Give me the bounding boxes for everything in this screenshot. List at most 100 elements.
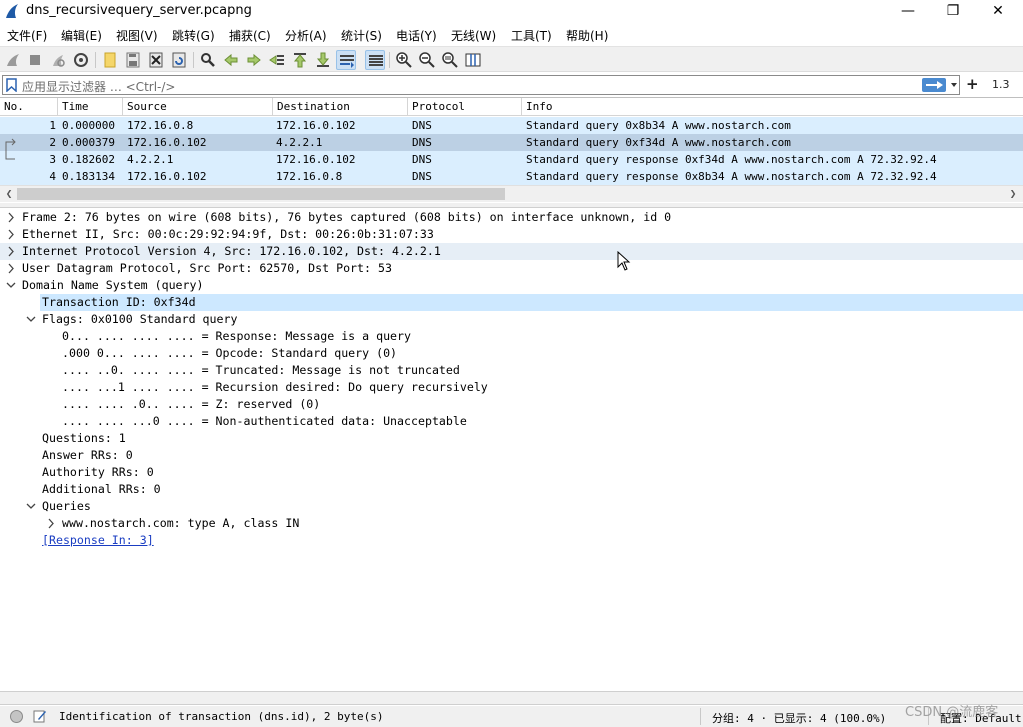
first-packet-icon[interactable]	[290, 50, 310, 70]
save-file-icon[interactable]	[123, 50, 143, 70]
normal-size-icon[interactable]	[440, 50, 460, 70]
menu-telephony[interactable]: 电话(Y)	[396, 27, 437, 44]
menu-help[interactable]: 帮助(H)	[566, 27, 608, 44]
capture-options-icon[interactable]	[71, 50, 91, 70]
tree-row-queries[interactable]: Queries	[0, 498, 1023, 515]
mouse-cursor-icon	[617, 251, 631, 271]
close-file-icon[interactable]	[146, 50, 166, 70]
menu-analyze[interactable]: 分析(A)	[285, 27, 327, 44]
chevron-right-icon[interactable]	[5, 226, 17, 243]
tree-row-transaction-id[interactable]: Transaction ID: 0xf34d	[40, 294, 1023, 311]
scroll-right-icon[interactable]: ❯	[1006, 187, 1020, 201]
packet-source: 4.2.2.1	[127, 153, 174, 166]
tree-row-flag-truncated[interactable]: .... ..0. .... .... = Truncated: Message…	[0, 362, 1023, 379]
tree-row-flag-response[interactable]: 0... .... .... .... = Response: Message …	[0, 328, 1023, 345]
menu-tools[interactable]: 工具(T)	[511, 27, 552, 44]
chevron-down-icon[interactable]	[25, 498, 37, 515]
menu-capture[interactable]: 捕获(C)	[229, 27, 271, 44]
zoom-out-icon[interactable]	[417, 50, 437, 70]
resize-columns-icon[interactable]	[463, 50, 483, 70]
tree-row-text: 0... .... .... .... = Response: Message …	[62, 329, 412, 343]
tree-row-answer-rrs[interactable]: Answer RRs: 0	[0, 447, 1023, 464]
restart-capture-icon[interactable]	[48, 50, 68, 70]
menu-statistics[interactable]: 统计(S)	[341, 27, 382, 44]
go-to-packet-icon[interactable]	[267, 50, 287, 70]
tree-row-flag-z[interactable]: .... .... .0.. .... = Z: reserved (0)	[0, 396, 1023, 413]
menu-wireless[interactable]: 无线(W)	[451, 27, 496, 44]
capture-comment-icon[interactable]	[33, 709, 47, 723]
chevron-right-icon[interactable]	[5, 209, 17, 226]
column-header-info[interactable]: Info	[522, 98, 1023, 116]
tree-row-text: .000 0... .... .... = Opcode: Standard q…	[62, 346, 398, 360]
column-header-no[interactable]: No.	[0, 98, 58, 116]
expert-info-icon[interactable]	[10, 710, 23, 723]
packet-row-selected[interactable]: 2 0.000379 172.16.0.102 4.2.2.1 DNS Stan…	[0, 134, 1023, 151]
reload-file-icon[interactable]	[169, 50, 189, 70]
add-filter-button[interactable]: +	[966, 75, 979, 93]
window-title: dns_recursivequery_server.pcapng	[26, 3, 252, 18]
tree-row-authority-rrs[interactable]: Authority RRs: 0	[0, 464, 1023, 481]
packet-row[interactable]: 1 0.000000 172.16.0.8 172.16.0.102 DNS S…	[0, 117, 1023, 134]
tree-row-dns[interactable]: Domain Name System (query)	[0, 277, 1023, 294]
column-header-source[interactable]: Source	[123, 98, 273, 116]
menu-edit[interactable]: 编辑(E)	[61, 27, 102, 44]
chevron-down-icon[interactable]	[25, 311, 37, 328]
packet-source: 172.16.0.102	[127, 136, 207, 149]
menu-view[interactable]: 视图(V)	[116, 27, 158, 44]
chevron-down-icon[interactable]	[949, 78, 959, 92]
packet-info: Standard query 0xf34d A www.nostarch.com	[526, 136, 791, 149]
column-header-protocol[interactable]: Protocol	[408, 98, 522, 116]
stop-capture-icon[interactable]	[25, 50, 45, 70]
menu-file[interactable]: 文件(F)	[7, 27, 47, 44]
chevron-right-icon[interactable]	[45, 515, 57, 532]
tree-row-ethernet[interactable]: Ethernet II, Src: 00:0c:29:92:94:9f, Dst…	[0, 226, 1023, 243]
display-filter-input[interactable]: 应用显示过滤器 … <Ctrl-/>	[2, 75, 960, 95]
tree-row-flags[interactable]: Flags: 0x0100 Standard query	[0, 311, 1023, 328]
apply-filter-arrow-icon[interactable]	[922, 78, 946, 92]
status-bar: Identification of transaction (dns.id), …	[0, 706, 1023, 727]
autoscroll-icon[interactable]	[336, 50, 356, 70]
tree-row-frame[interactable]: Frame 2: 76 bytes on wire (608 bits), 76…	[0, 209, 1023, 226]
bytes-pane-splitter[interactable]	[0, 691, 1023, 705]
tree-row-udp[interactable]: User Datagram Protocol, Src Port: 62570,…	[0, 260, 1023, 277]
minimize-button[interactable]: —	[885, 0, 931, 24]
bookmark-icon[interactable]	[6, 78, 17, 92]
tree-row-flag-opcode[interactable]: .000 0... .... .... = Opcode: Standard q…	[0, 345, 1023, 362]
tree-row-text: Domain Name System (query)	[22, 278, 204, 292]
chevron-right-icon[interactable]	[5, 260, 17, 277]
response-in-link[interactable]: [Response In: 3]	[42, 532, 154, 549]
open-file-icon[interactable]	[100, 50, 120, 70]
maximize-button[interactable]: ❐	[930, 0, 976, 24]
tree-row-flag-recursion[interactable]: .... ...1 .... .... = Recursion desired:…	[0, 379, 1023, 396]
zoom-in-icon[interactable]	[394, 50, 414, 70]
column-header-time[interactable]: Time	[58, 98, 123, 116]
menu-go[interactable]: 跳转(G)	[172, 27, 215, 44]
start-capture-icon[interactable]	[3, 50, 23, 70]
packet-info: Standard query response 0x8b34 A www.nos…	[526, 170, 937, 183]
go-back-icon[interactable]	[221, 50, 241, 70]
packet-list-hscrollbar[interactable]: ❮ ❯	[0, 185, 1023, 202]
chevron-down-icon[interactable]	[5, 277, 17, 294]
packet-protocol: DNS	[412, 170, 432, 183]
close-button[interactable]: ✕	[975, 0, 1021, 24]
title-bar: dns_recursivequery_server.pcapng — ❐ ✕	[0, 0, 1023, 24]
packet-row[interactable]: 4 0.183134 172.16.0.102 172.16.0.8 DNS S…	[0, 168, 1023, 185]
find-packet-icon[interactable]	[198, 50, 218, 70]
scroll-thumb[interactable]	[17, 188, 505, 200]
last-packet-icon[interactable]	[313, 50, 333, 70]
column-header-destination[interactable]: Destination	[273, 98, 408, 116]
tree-row-query-entry[interactable]: www.nostarch.com: type A, class IN	[0, 515, 1023, 532]
packet-row[interactable]: 3 0.182602 4.2.2.1 172.16.0.102 DNS Stan…	[0, 151, 1023, 168]
scroll-left-icon[interactable]: ❮	[2, 187, 16, 201]
tree-row-ipv4[interactable]: Internet Protocol Version 4, Src: 172.16…	[0, 243, 1023, 260]
chevron-right-icon[interactable]	[5, 243, 17, 260]
tree-row-response-in-link[interactable]: [Response In: 3]	[0, 532, 1023, 549]
tree-row-text: Answer RRs: 0	[42, 448, 133, 462]
colorize-icon[interactable]	[365, 50, 385, 70]
packet-time: 0.000379	[62, 136, 115, 149]
packet-protocol: DNS	[412, 136, 432, 149]
tree-row-additional-rrs[interactable]: Additional RRs: 0	[0, 481, 1023, 498]
tree-row-questions[interactable]: Questions: 1	[0, 430, 1023, 447]
go-forward-icon[interactable]	[244, 50, 264, 70]
tree-row-flag-nonauth[interactable]: .... .... ...0 .... = Non-authenticated …	[0, 413, 1023, 430]
